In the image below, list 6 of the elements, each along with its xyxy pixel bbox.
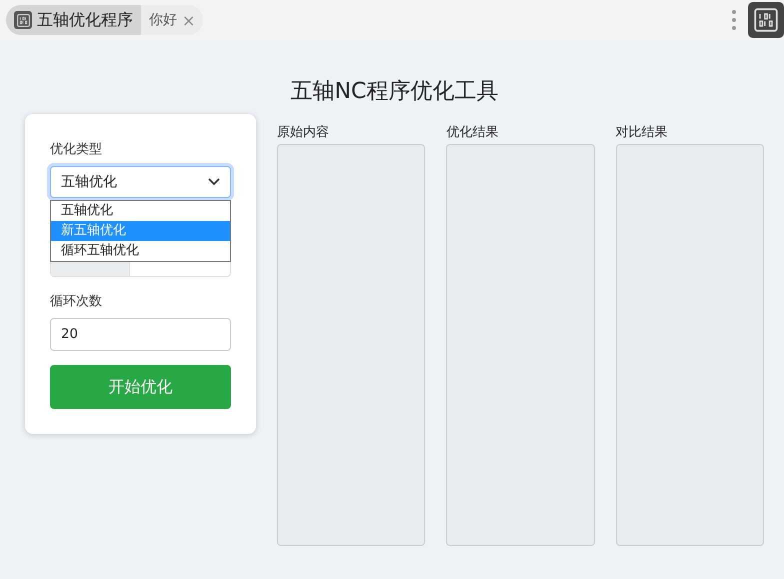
field-label: 优化类型 bbox=[50, 141, 103, 158]
page-title: 五轴NC程序优化工具 bbox=[290, 78, 500, 106]
panel-label: 原始内容 bbox=[277, 124, 330, 141]
field-label: 循环次数 bbox=[50, 293, 103, 310]
panel-label: 对比结果 bbox=[616, 124, 669, 141]
panel-label: 优化结果 bbox=[446, 124, 500, 141]
